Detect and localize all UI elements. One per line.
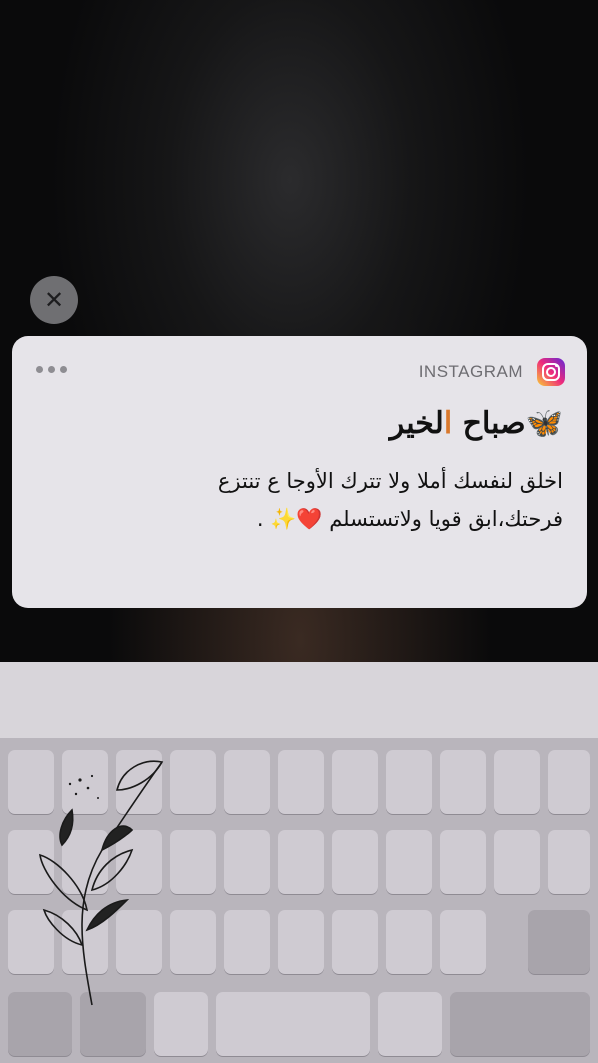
- keyboard-key[interactable]: [278, 750, 324, 814]
- keyboard-key[interactable]: [224, 750, 270, 814]
- keyboard-key[interactable]: [386, 910, 432, 974]
- keyboard-key[interactable]: [440, 910, 486, 974]
- instagram-icon: [537, 358, 565, 386]
- keyboard-key[interactable]: [332, 750, 378, 814]
- keyboard-key[interactable]: [386, 750, 432, 814]
- keyboard-key[interactable]: [494, 830, 540, 894]
- title-emoji: 🦋: [525, 406, 563, 441]
- close-icon: ✕: [43, 286, 65, 314]
- leaf-branch-decoration: [39, 760, 164, 1006]
- notification-body: اخلق لنفسك أملا ولا تترك الأوجا ع تنتزع …: [33, 462, 563, 538]
- keyboard-suggestion-bar: [0, 662, 598, 738]
- keyboard-key[interactable]: [494, 750, 540, 814]
- title-text-highlight: ا: [443, 406, 453, 441]
- keyboard-key[interactable]: [440, 750, 486, 814]
- notification-body-line-1: اخلق لنفسك أملا ولا تترك الأوجا ع تنتزع: [217, 469, 563, 493]
- title-text-start: صباح: [452, 406, 526, 441]
- keyboard-key[interactable]: [548, 830, 590, 894]
- keyboard-key[interactable]: [378, 992, 442, 1056]
- notification-title: 🦋صباح الخير: [390, 406, 563, 441]
- keyboard-key[interactable]: [278, 830, 324, 894]
- keyboard-key[interactable]: [278, 910, 324, 974]
- keyboard-key[interactable]: [332, 910, 378, 974]
- more-options-icon[interactable]: [36, 366, 67, 373]
- notification-app-name: INSTAGRAM: [418, 362, 523, 381]
- keyboard-key[interactable]: [440, 830, 486, 894]
- space-key[interactable]: [216, 992, 370, 1056]
- keyboard-key[interactable]: [224, 830, 270, 894]
- delete-key[interactable]: [528, 910, 590, 974]
- title-text-end: لخير: [389, 406, 444, 441]
- notification-body-line-2: فرحتك،ابق قويا ولاتستسلم ❤️✨ .: [256, 507, 563, 531]
- notification-banner[interactable]: INSTAGRAM 🦋صباح الخير اخلق لنفسك أملا ول…: [12, 336, 587, 608]
- keyboard-key[interactable]: [224, 910, 270, 974]
- keyboard-key[interactable]: [386, 830, 432, 894]
- keyboard-key[interactable]: [332, 830, 378, 894]
- return-key[interactable]: [450, 992, 590, 1056]
- close-button[interactable]: ✕: [30, 276, 78, 324]
- keyboard-key[interactable]: [548, 750, 590, 814]
